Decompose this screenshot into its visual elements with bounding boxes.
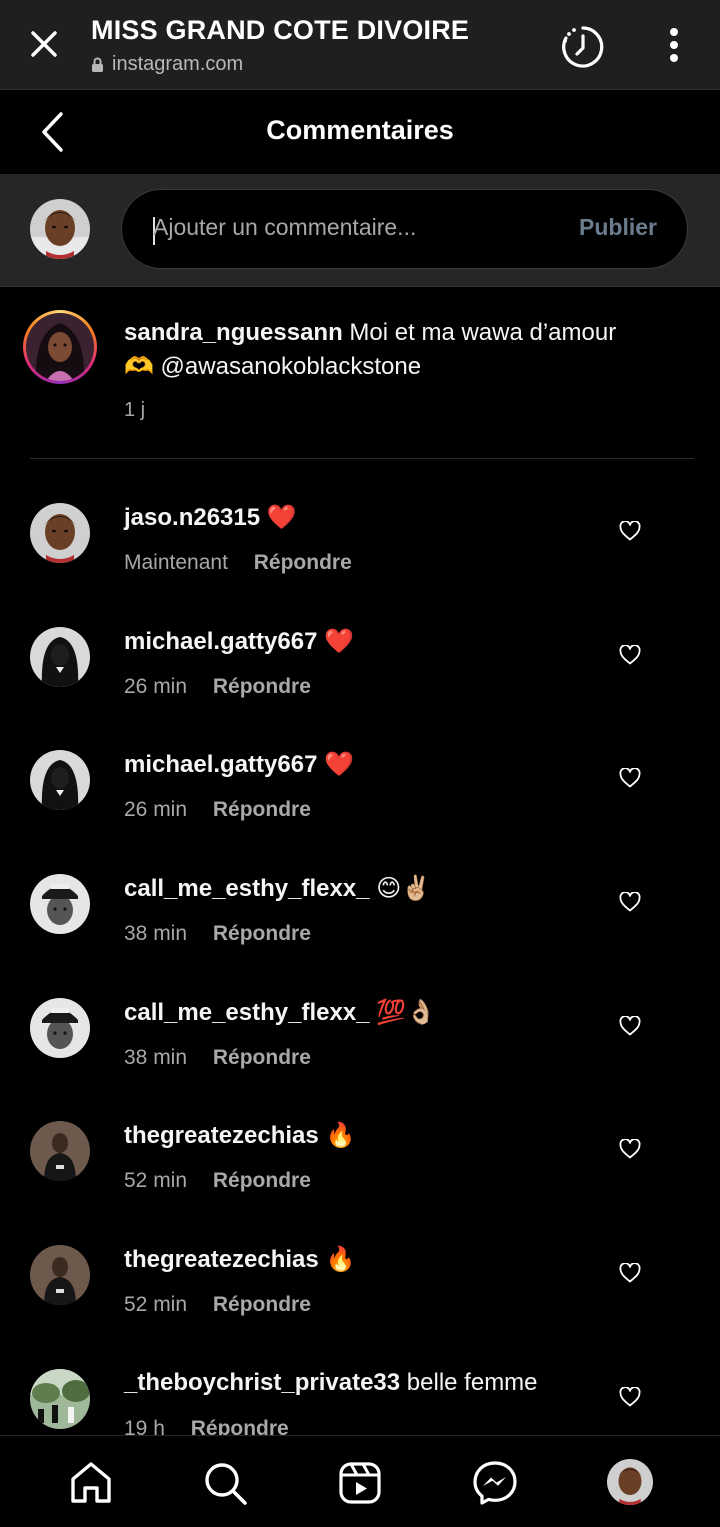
- lock-icon: [92, 57, 103, 72]
- comment-username[interactable]: thegreatezechias: [124, 1122, 319, 1149]
- reels-icon[interactable]: [337, 1460, 383, 1506]
- comment-meta: 52 min Répondre: [124, 1293, 311, 1317]
- comment-text: jaso.n26315 ❤️: [124, 503, 297, 532]
- close-icon[interactable]: [26, 26, 62, 62]
- caption-author-avatar: [26, 313, 94, 381]
- comment-time: 26 min: [124, 675, 188, 698]
- browser-url-text: instagram.com: [112, 53, 244, 75]
- comment-row: thegreatezechias 🔥 52 min Répondre: [0, 1121, 720, 1245]
- comment-body: belle femme: [406, 1369, 538, 1396]
- more-vertical-icon[interactable]: [662, 26, 686, 64]
- browser-url: instagram.com: [91, 53, 243, 76]
- reply-button[interactable]: Répondre: [213, 922, 311, 945]
- comment-input[interactable]: Ajouter un commentaire... Publier: [121, 189, 688, 269]
- comment-username[interactable]: jaso.n26315: [124, 504, 260, 531]
- comment-meta: 26 min Répondre: [124, 675, 311, 699]
- comment-username[interactable]: michael.gatty667: [124, 628, 317, 655]
- dark-portrait-avatar[interactable]: [30, 1121, 90, 1181]
- cap-portrait-avatar[interactable]: [30, 874, 90, 934]
- my-avatar: [30, 199, 90, 259]
- caption-body-line2: 🫶 @awasanokoblackstone: [124, 353, 422, 380]
- comment-username[interactable]: michael.gatty667: [124, 751, 317, 778]
- caption-body-line1: Moi et ma wawa d’amour: [349, 319, 617, 346]
- comment-body: ❤️: [324, 751, 354, 778]
- bottom-nav: [0, 1435, 720, 1527]
- browser-page-title: MISS GRAND COTE DIVOIRE: [91, 15, 470, 45]
- dark-portrait-avatar[interactable]: [30, 1245, 90, 1305]
- comment-body: 🔥: [325, 1122, 356, 1149]
- profile-avatar[interactable]: [607, 1459, 653, 1505]
- comment-body: 💯👌🏼: [376, 999, 436, 1026]
- reply-button[interactable]: Répondre: [213, 1293, 311, 1316]
- comment-username[interactable]: call_me_esthy_flexx_: [124, 999, 370, 1026]
- comment-username[interactable]: thegreatezechias: [124, 1246, 319, 1273]
- heart-icon[interactable]: [619, 645, 641, 665]
- comment-input-placeholder: Ajouter un commentaire...: [153, 214, 417, 240]
- comment-time: Maintenant: [124, 551, 228, 574]
- heart-icon[interactable]: [619, 1016, 641, 1036]
- comment-body: ❤️: [266, 504, 297, 531]
- comment-meta: 52 min Répondre: [124, 1169, 311, 1193]
- caption-time: 1 j: [124, 399, 146, 421]
- comment-meta: 38 min Répondre: [124, 1046, 311, 1070]
- comment-row: thegreatezechias 🔥 52 min Répondre: [0, 1245, 720, 1369]
- search-icon[interactable]: [202, 1460, 248, 1506]
- home-icon[interactable]: [68, 1460, 114, 1506]
- page-title: Commentaires: [266, 115, 454, 145]
- comment-text: thegreatezechias 🔥: [124, 1121, 355, 1150]
- comment-meta: 26 min Répondre: [124, 798, 311, 822]
- comment-composer: Ajouter un commentaire... Publier: [0, 174, 720, 287]
- comment-meta: 38 min Répondre: [124, 922, 311, 946]
- post-caption: sandra_nguessann Moi et ma wawa d’amour …: [0, 287, 720, 459]
- caption-text: sandra_nguessann Moi et ma wawa d’amour …: [124, 316, 684, 384]
- comment-body: 🔥: [325, 1246, 356, 1273]
- comment-body: 😊✌🏼: [376, 875, 432, 902]
- heart-icon[interactable]: [619, 768, 641, 788]
- comment-row: call_me_esthy_flexx_ 😊✌🏼 38 min Répondre: [0, 874, 720, 998]
- browser-toolbar: MISS GRAND COTE DIVOIRE instagram.com: [0, 0, 720, 90]
- comment-time: 38 min: [124, 922, 188, 945]
- heart-icon[interactable]: [619, 1263, 641, 1283]
- publish-button[interactable]: Publier: [579, 214, 657, 241]
- hooded-figure-avatar[interactable]: [30, 750, 90, 810]
- comment-text: call_me_esthy_flexx_ 😊✌🏼: [124, 874, 431, 903]
- comment-row: jaso.n26315 ❤️ Maintenant Répondre: [0, 503, 720, 627]
- heart-icon[interactable]: [619, 1139, 641, 1159]
- reply-button[interactable]: Répondre: [213, 675, 311, 698]
- comment-text: thegreatezechias 🔥: [124, 1245, 355, 1274]
- comment-meta: Maintenant Répondre: [124, 551, 352, 575]
- comment-time: 52 min: [124, 1293, 188, 1316]
- comment-time: 38 min: [124, 1046, 188, 1069]
- comment-row: michael.gatty667 ❤️ 26 min Répondre: [0, 627, 720, 751]
- messenger-icon[interactable]: [472, 1460, 518, 1506]
- comment-text: call_me_esthy_flexx_ 💯👌🏼: [124, 998, 436, 1027]
- reply-button[interactable]: Répondre: [213, 798, 311, 821]
- comment-text: michael.gatty667 ❤️: [124, 627, 354, 656]
- comment-row: michael.gatty667 ❤️ 26 min Répondre: [0, 750, 720, 874]
- reply-button[interactable]: Répondre: [254, 551, 352, 574]
- comment-text: _theboychrist_private33 belle femme: [124, 1369, 538, 1397]
- heart-icon[interactable]: [619, 521, 641, 541]
- comment-time: 26 min: [124, 798, 188, 821]
- heart-icon[interactable]: [619, 1387, 641, 1407]
- comment-username[interactable]: _theboychrist_private33: [124, 1369, 400, 1396]
- caption-username[interactable]: sandra_nguessann: [124, 319, 343, 346]
- story-ring[interactable]: [23, 310, 97, 384]
- hooded-figure-avatar[interactable]: [30, 627, 90, 687]
- caption-divider: [30, 458, 694, 459]
- comment-time: 52 min: [124, 1169, 188, 1192]
- comment-body: ❤️: [324, 628, 354, 655]
- heart-icon[interactable]: [619, 892, 641, 912]
- garden-chess-avatar[interactable]: [30, 1369, 90, 1429]
- comments-header: Commentaires: [0, 90, 720, 174]
- person-face-avatar[interactable]: [30, 503, 90, 563]
- reply-button[interactable]: Répondre: [213, 1046, 311, 1069]
- reply-button[interactable]: Répondre: [213, 1169, 311, 1192]
- comment-username[interactable]: call_me_esthy_flexx_: [124, 875, 370, 902]
- history-timer-icon[interactable]: [560, 24, 606, 70]
- cap-portrait-avatar[interactable]: [30, 998, 90, 1058]
- comment-text: michael.gatty667 ❤️: [124, 750, 354, 779]
- comment-row: call_me_esthy_flexx_ 💯👌🏼 38 min Répondre: [0, 998, 720, 1122]
